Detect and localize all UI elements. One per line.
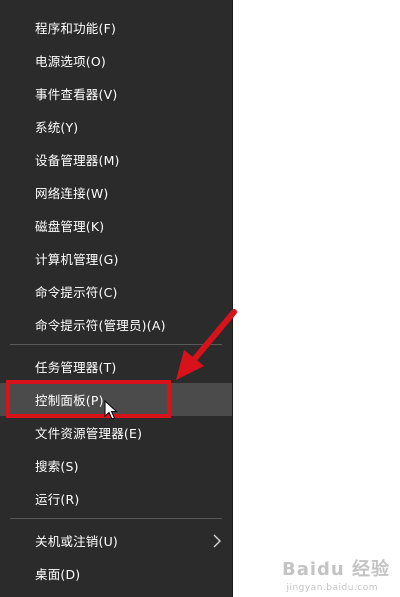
menu-item-system[interactable]: 系统(Y) xyxy=(0,110,232,143)
winx-context-menu: 程序和功能(F) 电源选项(O) 事件查看器(V) 系统(Y) 设备管理器(M)… xyxy=(0,0,233,597)
menu-item-search[interactable]: 搜索(S) xyxy=(0,449,232,482)
menu-item-file-explorer[interactable]: 文件资源管理器(E) xyxy=(0,416,232,449)
menu-item-control-panel[interactable]: 控制面板(P) xyxy=(0,383,232,416)
menu-item-label: 设备管理器(M) xyxy=(35,153,120,168)
menu-item-event-viewer[interactable]: 事件查看器(V) xyxy=(0,77,232,110)
menu-item-label: 磁盘管理(K) xyxy=(35,219,105,234)
menu-item-label: 系统(Y) xyxy=(35,120,79,135)
menu-item-label: 文件资源管理器(E) xyxy=(35,426,143,441)
menu-item-label: 网络连接(W) xyxy=(35,186,109,201)
menu-item-device-manager[interactable]: 设备管理器(M) xyxy=(0,143,232,176)
menu-item-label: 电源选项(O) xyxy=(35,54,106,69)
menu-item-label: 控制面板(P) xyxy=(35,393,104,408)
chevron-right-icon xyxy=(213,534,221,547)
menu-item-label: 运行(R) xyxy=(35,492,80,507)
menu-item-run[interactable]: 运行(R) xyxy=(0,482,232,515)
menu-item-label: 事件查看器(V) xyxy=(35,87,118,102)
menu-item-label: 程序和功能(F) xyxy=(35,21,117,36)
menu-item-task-manager[interactable]: 任务管理器(T) xyxy=(0,350,232,383)
watermark-logo: Baidu 经验 xyxy=(281,559,390,580)
menu-item-power-options[interactable]: 电源选项(O) xyxy=(0,44,232,77)
menu-item-label: 桌面(D) xyxy=(35,567,81,582)
menu-item-command-prompt-admin[interactable]: 命令提示符(管理员)(A) xyxy=(0,308,232,341)
menu-item-programs-features[interactable]: 程序和功能(F) xyxy=(0,11,232,44)
menu-item-network-connections[interactable]: 网络连接(W) xyxy=(0,176,232,209)
watermark-url: jingyan.baidu.com xyxy=(286,583,378,593)
menu-item-desktop[interactable]: 桌面(D) xyxy=(0,557,232,590)
menu-item-disk-management[interactable]: 磁盘管理(K) xyxy=(0,209,232,242)
menu-item-shutdown-signout[interactable]: 关机或注销(U) xyxy=(0,524,232,557)
menu-item-label: 命令提示符(C) xyxy=(35,285,118,300)
menu-item-label: 搜索(S) xyxy=(35,459,79,474)
menu-separator xyxy=(10,344,222,345)
menu-item-label: 命令提示符(管理员)(A) xyxy=(35,318,166,333)
menu-item-label: 关机或注销(U) xyxy=(35,534,119,549)
menu-item-command-prompt[interactable]: 命令提示符(C) xyxy=(0,275,232,308)
menu-item-computer-management[interactable]: 计算机管理(G) xyxy=(0,242,232,275)
menu-item-label: 任务管理器(T) xyxy=(35,360,117,375)
menu-item-label: 计算机管理(G) xyxy=(35,252,119,267)
menu-separator xyxy=(10,518,222,519)
